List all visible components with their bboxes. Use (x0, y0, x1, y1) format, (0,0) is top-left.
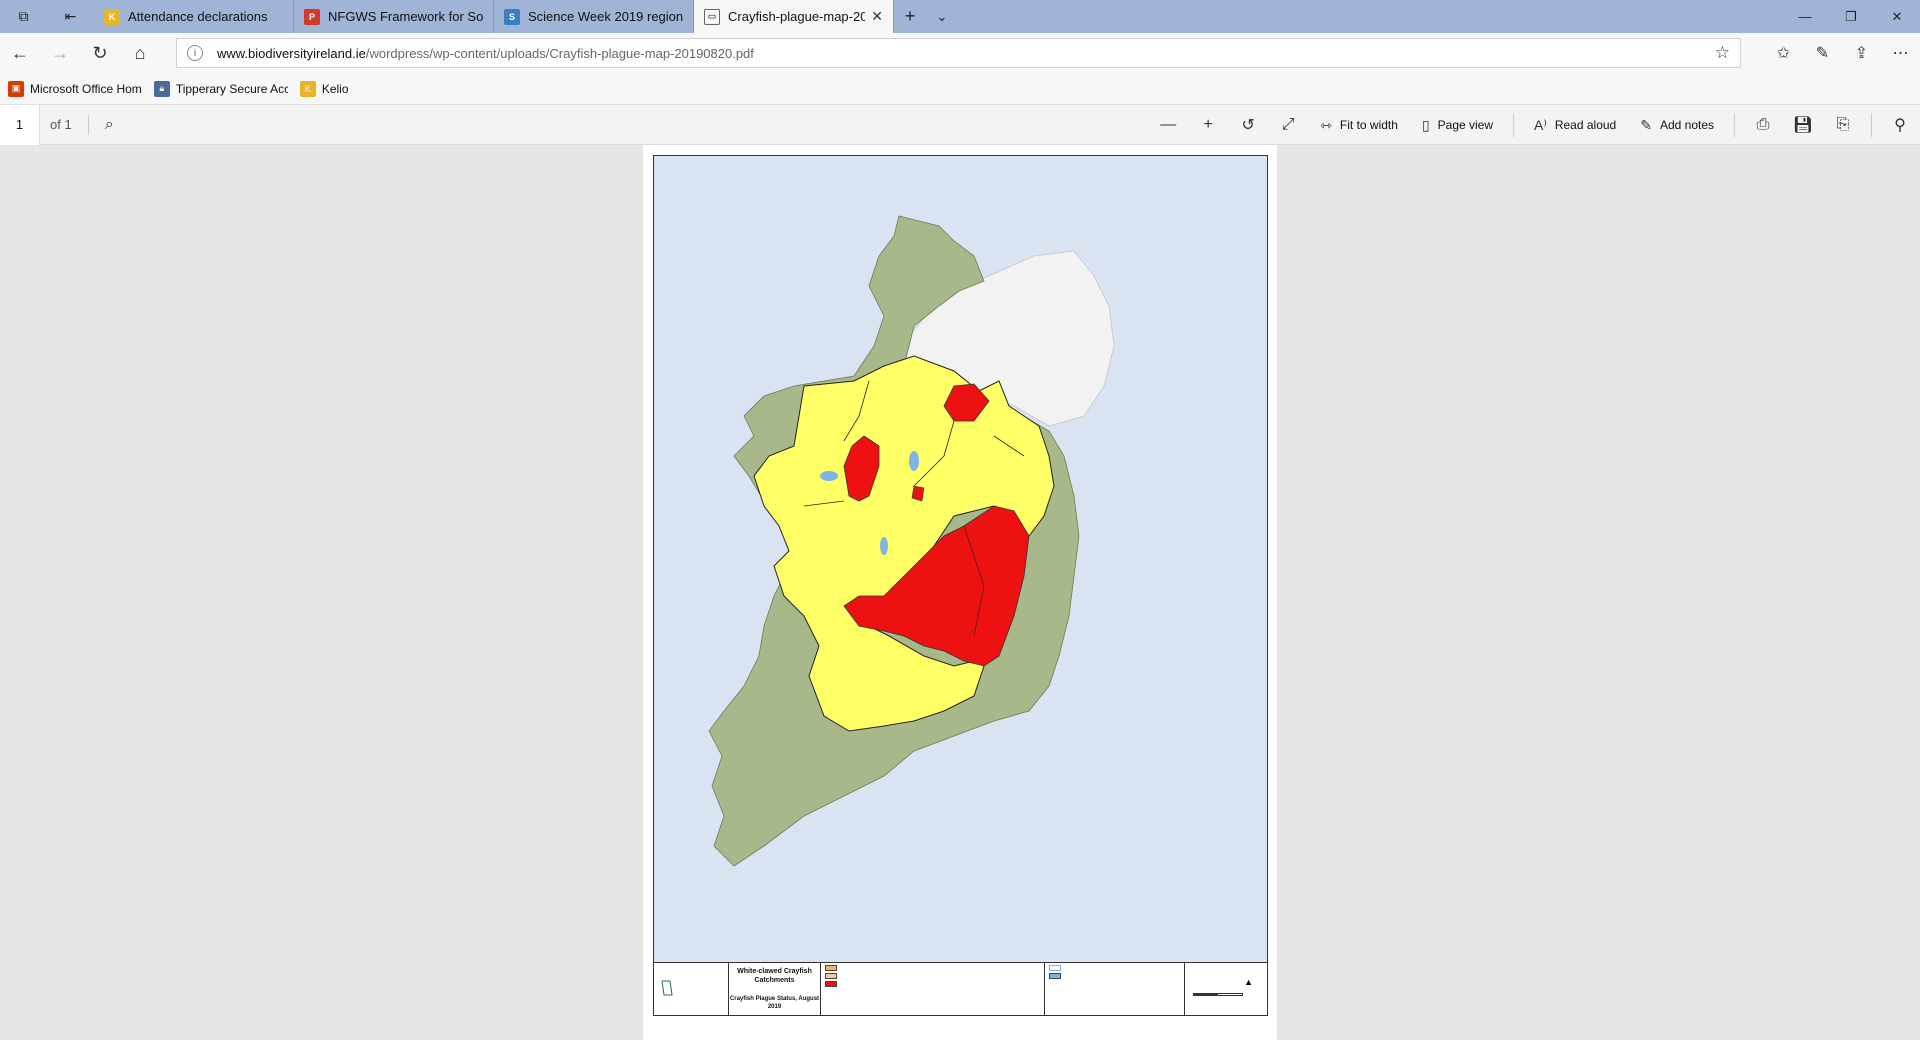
lake (880, 537, 888, 555)
toolbar-divider (1513, 113, 1515, 137)
pen-icon: ✎ (1640, 116, 1652, 133)
favorite-label: Kelio (321, 81, 349, 96)
scale-bar (1193, 993, 1243, 996)
tab-title: Science Week 2019 regiona (528, 9, 683, 24)
pdf-icon: P (304, 8, 320, 25)
document-icon: ▭ (704, 8, 720, 25)
tab-crayfish-map[interactable]: ▭ Crayfish-plague-map-20 ✕ (694, 0, 894, 33)
favorite-office[interactable]: ▣ Microsoft Office Hom (8, 80, 142, 97)
minimize-button[interactable]: — (1782, 0, 1828, 33)
pdf-toolbar: 1 of 1 ⌕ — + ↺ ⤢ ⇿ Fit to width ▯ Page v… (0, 104, 1920, 145)
toolbar-divider (1734, 113, 1735, 137)
lake (909, 451, 919, 471)
navigation-bar: ← → ↻ ⌂ i www.biodiversityireland.ie /wo… (0, 33, 1920, 73)
map-legend: White-clawed Crayfish Catchments Crayfis… (653, 962, 1268, 1016)
page-number-input[interactable]: 1 (0, 104, 40, 145)
tab-preview-chevron-icon[interactable]: ⌄ (926, 0, 958, 33)
legend-key (821, 963, 1045, 1015)
new-tab-button[interactable]: + (894, 0, 926, 33)
red-catchment-central (911, 485, 925, 502)
page-view-button[interactable]: ▯ Page view (1410, 117, 1505, 134)
harp-logo-icon (661, 980, 673, 996)
read-aloud-label: Read aloud (1554, 118, 1617, 132)
add-notes-button[interactable]: ✎ Add notes (1628, 117, 1726, 134)
fullscreen-icon[interactable]: ⤢ (1268, 116, 1308, 134)
legend-swatch-orange (825, 965, 837, 971)
home-button[interactable]: ⌂ (120, 33, 160, 73)
tab-attendance[interactable]: K Attendance declarations (94, 0, 294, 33)
search-icon[interactable]: ⌕ (105, 116, 114, 134)
north-arrow-icon: ▲ (1244, 977, 1253, 987)
fit-to-width-button[interactable]: ⇿ Fit to width (1308, 117, 1410, 134)
close-window-button[interactable]: ✕ (1874, 0, 1920, 33)
close-tab-icon[interactable]: ✕ (871, 8, 883, 25)
read-aloud-button[interactable]: A⁾ Read aloud (1522, 117, 1628, 134)
page-count: of 1 (50, 114, 89, 135)
fit-width-icon: ⇿ (1320, 116, 1332, 133)
address-bar[interactable]: i www.biodiversityireland.ie /wordpress/… (176, 38, 1741, 68)
legend-swatch-orange (825, 973, 837, 979)
legend-scale: ▲ (1185, 963, 1267, 1015)
legend-title: White-clawed Crayfish Catchments (737, 968, 812, 984)
pin-toolbar-icon[interactable]: ⚲ (1880, 115, 1920, 135)
read-aloud-icon: A⁾ (1534, 116, 1547, 133)
lake (820, 471, 838, 481)
favorites-bar: ▣ Microsoft Office Hom 🔒︎ Tipperary Secu… (0, 73, 1920, 105)
legend-subtitle: Crayfish Plague Status, August 2019 (729, 996, 820, 1010)
zoom-in-icon[interactable]: + (1188, 116, 1228, 134)
add-notes-label: Add notes (1659, 118, 1714, 132)
legend-lakes (1045, 963, 1185, 1015)
url-path: /wordpress/wp-content/uploads/Crayfish-p… (365, 45, 754, 61)
kelio-icon: K (299, 80, 316, 97)
url-host: www.biodiversityireland.ie (217, 45, 366, 61)
web-note-icon[interactable]: ✎ (1803, 33, 1842, 73)
back-button[interactable]: ← (0, 33, 40, 73)
tab-actions-icon[interactable]: ⧉ (0, 0, 47, 33)
toolbar-divider (1871, 113, 1872, 137)
lock-icon: 🔒︎ (153, 80, 170, 97)
favorites-hub-icon[interactable]: ✩ (1764, 33, 1803, 73)
fit-to-width-label: Fit to width (1339, 118, 1398, 132)
legend-swatch-river (1049, 965, 1061, 971)
ireland-map (708, 215, 1115, 867)
favorite-kelio[interactable]: K Kelio (299, 80, 349, 97)
set-aside-tabs-icon[interactable]: ⇤ (47, 0, 94, 33)
tab-science-week[interactable]: S Science Week 2019 regiona (494, 0, 694, 33)
share-icon[interactable]: ⇪ (1842, 33, 1881, 73)
kelio-icon: K (104, 8, 120, 25)
favorite-label: Microsoft Office Hom (30, 81, 142, 96)
favorite-star-icon[interactable]: ☆ (1715, 43, 1730, 63)
favorite-label: Tipperary Secure Acc (175, 81, 288, 96)
pdf-page: White-clawed Crayfish Catchments Crayfis… (643, 145, 1277, 1040)
restore-button[interactable]: ❐ (1828, 0, 1874, 33)
page-view-label: Page view (1437, 118, 1494, 132)
legend-logo (654, 963, 729, 1015)
rotate-icon[interactable]: ↺ (1228, 115, 1268, 135)
tab-title: Attendance declarations (128, 9, 268, 24)
legend-title-block: White-clawed Crayfish Catchments Crayfis… (729, 963, 821, 1015)
save-icon[interactable]: 💾︎ (1783, 115, 1823, 135)
office-icon: ▣ (8, 80, 24, 97)
zoom-out-icon[interactable]: — (1148, 116, 1188, 134)
crayfish-map (653, 155, 1268, 968)
page-view-icon: ▯ (1421, 116, 1430, 133)
legend-swatch-lake (1049, 973, 1061, 979)
refresh-button[interactable]: ↻ (80, 33, 120, 73)
save-as-icon[interactable]: ⎘ (1823, 116, 1863, 134)
favorite-tipperary[interactable]: 🔒︎ Tipperary Secure Acc (153, 80, 288, 97)
tab-title: Crayfish-plague-map-20 (728, 9, 866, 24)
print-icon[interactable]: ⎙ (1743, 116, 1783, 134)
tab-bar: ⧉ ⇤ K Attendance declarations P NFGWS Fr… (0, 0, 1920, 33)
forward-button[interactable]: → (40, 33, 80, 73)
science-week-icon: S (504, 8, 520, 25)
tab-nfgws[interactable]: P NFGWS Framework for Sour (294, 0, 494, 33)
info-icon[interactable]: i (187, 45, 203, 61)
legend-swatch-red (825, 981, 837, 987)
more-icon[interactable]: ⋯ (1881, 33, 1920, 73)
tab-title: NFGWS Framework for Sour (328, 9, 483, 24)
